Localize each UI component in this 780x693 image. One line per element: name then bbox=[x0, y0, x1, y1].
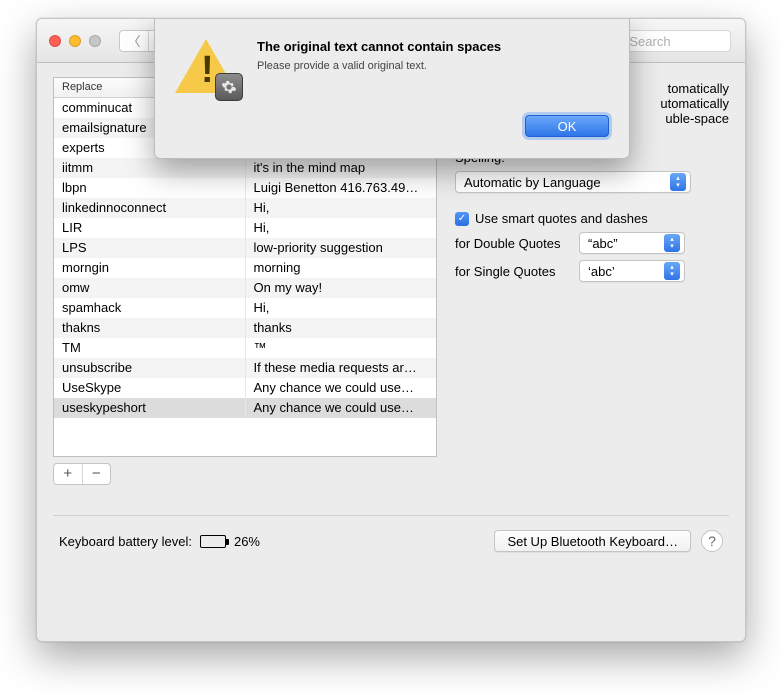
cell-replace[interactable]: lbpn bbox=[54, 178, 246, 198]
cell-with[interactable]: low-priority suggestion bbox=[246, 238, 437, 258]
battery-label: Keyboard battery level: bbox=[59, 534, 192, 549]
table-row[interactable]: LIRHi, bbox=[54, 218, 436, 238]
single-quotes-select[interactable]: ‘abc’ ▴▾ bbox=[579, 260, 685, 282]
table-row[interactable]: useskypeshortAny chance we could use… bbox=[54, 398, 436, 418]
cell-with[interactable]: On my way! bbox=[246, 278, 437, 298]
cell-replace[interactable]: omw bbox=[54, 278, 246, 298]
battery-icon bbox=[200, 535, 226, 548]
remove-button[interactable]: − bbox=[82, 464, 111, 484]
cell-with[interactable]: Hi, bbox=[246, 198, 437, 218]
cell-with[interactable]: it's in the mind map bbox=[246, 158, 437, 178]
help-button[interactable]: ? bbox=[701, 530, 723, 552]
add-button[interactable]: + bbox=[54, 464, 82, 484]
table-row[interactable]: TM™ bbox=[54, 338, 436, 358]
alert-title: The original text cannot contain spaces bbox=[257, 39, 501, 54]
chevron-up-down-icon: ▴▾ bbox=[664, 234, 680, 252]
ok-button[interactable]: OK bbox=[525, 115, 609, 137]
zoom-window-button bbox=[89, 35, 101, 47]
back-icon[interactable]: 〈 bbox=[120, 31, 148, 51]
cell-replace[interactable]: TM bbox=[54, 338, 246, 358]
cell-with[interactable]: thanks bbox=[246, 318, 437, 338]
battery-percent: 26% bbox=[234, 534, 260, 549]
table-row[interactable]: LPSlow-priority suggestion bbox=[54, 238, 436, 258]
double-quotes-select[interactable]: “abc” ▴▾ bbox=[579, 232, 685, 254]
table-row[interactable]: omwOn my way! bbox=[54, 278, 436, 298]
cell-with[interactable]: Any chance we could use… bbox=[246, 398, 437, 418]
alert-sheet: ! The original text cannot contain space… bbox=[154, 19, 630, 159]
spelling-select[interactable]: Automatic by Language ▴▾ bbox=[455, 171, 691, 193]
table-row[interactable]: unsubscribeIf these media requests ar… bbox=[54, 358, 436, 378]
cell-with[interactable]: Any chance we could use… bbox=[246, 378, 437, 398]
gear-icon bbox=[215, 73, 243, 101]
minimize-window-button[interactable] bbox=[69, 35, 81, 47]
divider bbox=[53, 515, 729, 516]
cell-replace[interactable]: UseSkype bbox=[54, 378, 246, 398]
warning-icon: ! bbox=[175, 39, 239, 97]
chevron-up-down-icon: ▴▾ bbox=[670, 173, 686, 191]
cell-with[interactable]: Hi, bbox=[246, 298, 437, 318]
cell-replace[interactable]: spamhack bbox=[54, 298, 246, 318]
cell-replace[interactable]: LIR bbox=[54, 218, 246, 238]
spelling-value: Automatic by Language bbox=[464, 175, 601, 190]
window-controls bbox=[49, 35, 101, 47]
cell-with[interactable]: Hi, bbox=[246, 218, 437, 238]
table-row[interactable]: linkedinnoconnectHi, bbox=[54, 198, 436, 218]
cell-replace[interactable]: linkedinnoconnect bbox=[54, 198, 246, 218]
table-row[interactable]: iitmmit's in the mind map bbox=[54, 158, 436, 178]
cell-replace[interactable]: morngin bbox=[54, 258, 246, 278]
cell-replace[interactable]: LPS bbox=[54, 238, 246, 258]
close-window-button[interactable] bbox=[49, 35, 61, 47]
table-row[interactable]: spamhackHi, bbox=[54, 298, 436, 318]
add-remove-control: + − bbox=[53, 463, 111, 485]
cell-replace[interactable]: unsubscribe bbox=[54, 358, 246, 378]
smart-quotes-label: Use smart quotes and dashes bbox=[475, 211, 648, 226]
alert-message: Please provide a valid original text. bbox=[257, 60, 501, 72]
smart-quotes-checkbox[interactable]: ✓ bbox=[455, 212, 469, 226]
table-row[interactable]: UseSkypeAny chance we could use… bbox=[54, 378, 436, 398]
cell-replace[interactable]: iitmm bbox=[54, 158, 246, 178]
double-quotes-label: for Double Quotes bbox=[455, 236, 573, 251]
cell-with[interactable]: Luigi Benetton 416.763.49… bbox=[246, 178, 437, 198]
chevron-up-down-icon: ▴▾ bbox=[664, 262, 680, 280]
cell-with[interactable]: If these media requests ar… bbox=[246, 358, 437, 378]
table-row[interactable]: thaknsthanks bbox=[54, 318, 436, 338]
single-quotes-label: for Single Quotes bbox=[455, 264, 573, 279]
preferences-window: 〈 〉 Keyboard Search Replace With bbox=[36, 18, 746, 642]
search-placeholder: Search bbox=[629, 34, 670, 49]
cell-with[interactable]: morning bbox=[246, 258, 437, 278]
cell-with[interactable]: ™ bbox=[246, 338, 437, 358]
table-row[interactable]: lbpnLuigi Benetton 416.763.49… bbox=[54, 178, 436, 198]
cell-replace[interactable]: thakns bbox=[54, 318, 246, 338]
cell-replace[interactable]: useskypeshort bbox=[54, 398, 246, 418]
bluetooth-setup-button[interactable]: Set Up Bluetooth Keyboard… bbox=[494, 530, 691, 552]
table-row[interactable]: mornginmorning bbox=[54, 258, 436, 278]
